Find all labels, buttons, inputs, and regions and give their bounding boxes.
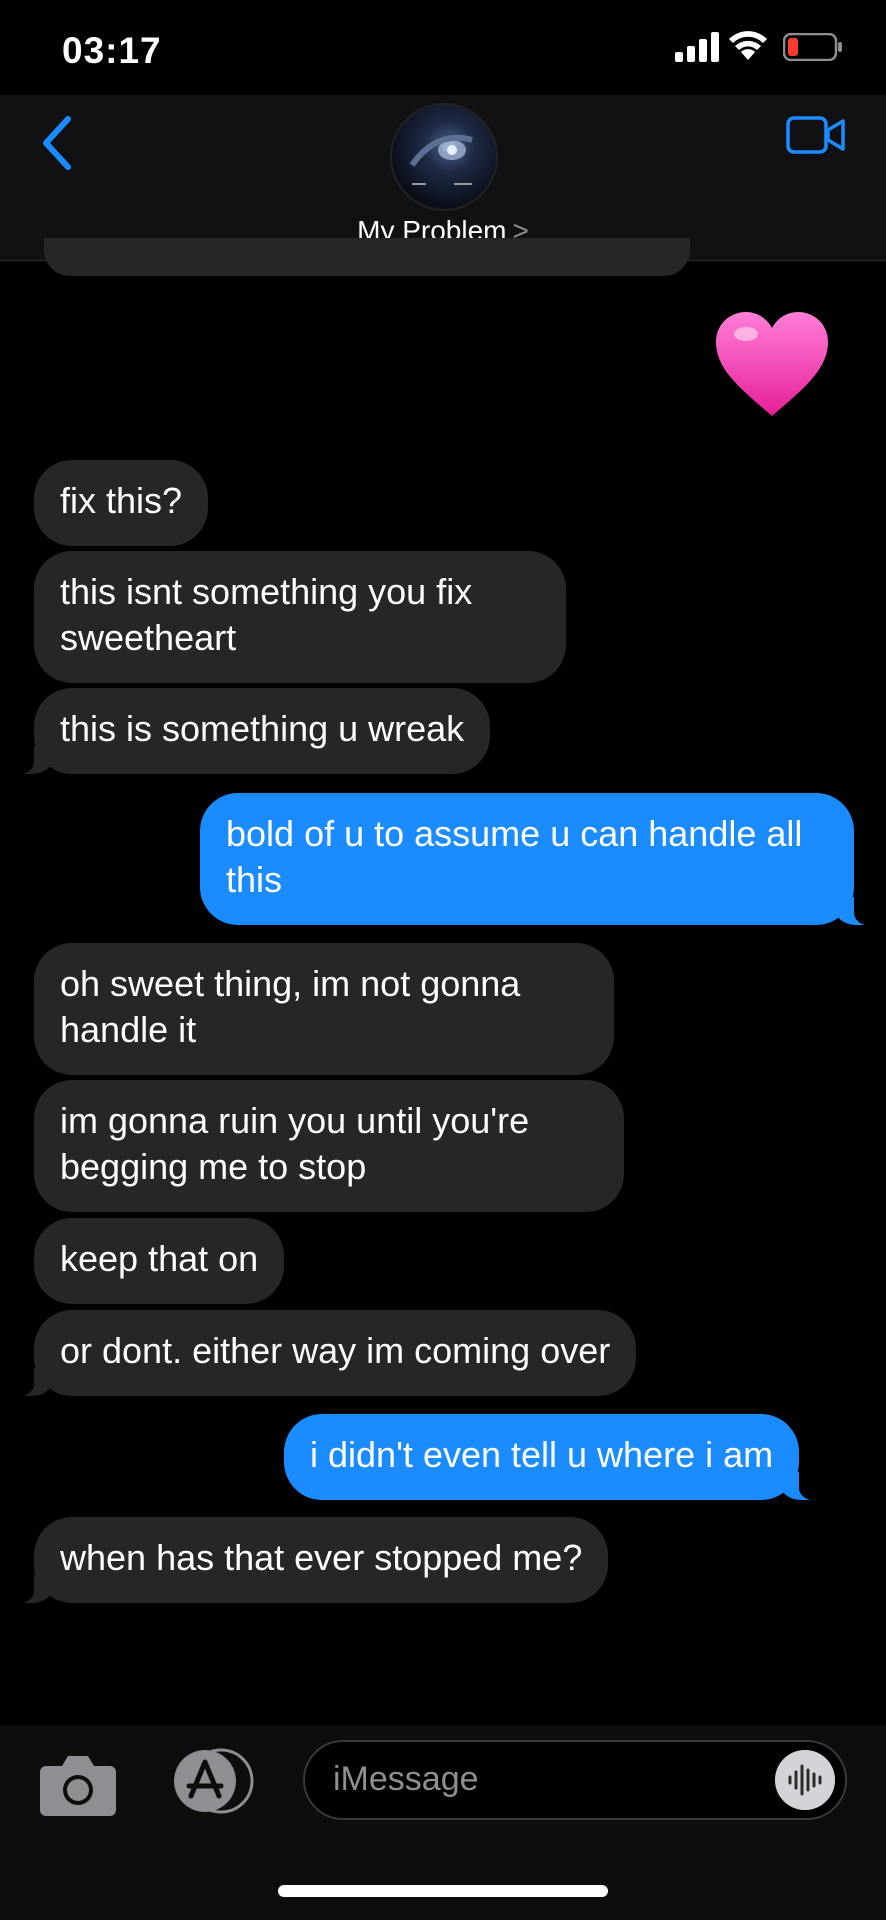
message-emoji[interactable] xyxy=(712,308,832,420)
app-store-icon[interactable] xyxy=(165,1748,257,1814)
cellular-signal-icon xyxy=(675,32,719,62)
incoming-message[interactable]: oh sweet thing, im not gonna handle it xyxy=(34,943,614,1075)
incoming-message[interactable]: keep that on xyxy=(34,1218,285,1304)
incoming-message[interactable]: or dont. either way im coming over xyxy=(9,1310,637,1396)
incoming-message[interactable]: this isnt something you fix sweetheart xyxy=(34,551,566,683)
contact-avatar[interactable] xyxy=(390,103,498,211)
pink-heart-icon xyxy=(716,312,828,416)
avatar-image-icon xyxy=(409,134,473,185)
conversation-header: My Problem > xyxy=(0,95,886,261)
home-indicator[interactable] xyxy=(278,1885,608,1897)
partial-message-bubble xyxy=(44,238,690,276)
outgoing-message[interactable]: i didn't even tell u where i am xyxy=(284,1414,824,1500)
incoming-message[interactable]: fix this? xyxy=(34,460,209,546)
wifi-icon xyxy=(729,31,767,60)
back-chevron-icon[interactable] xyxy=(38,113,78,173)
incoming-message[interactable]: im gonna ruin you until you're begging m… xyxy=(34,1080,624,1212)
audio-waveform-icon[interactable] xyxy=(775,1750,835,1810)
battery-icon xyxy=(783,33,842,61)
status-bar: 03:17 xyxy=(0,0,886,100)
outgoing-message[interactable]: bold of u to assume u can handle all thi… xyxy=(200,793,878,925)
message-input[interactable]: iMessage xyxy=(303,1740,847,1820)
status-time: 03:17 xyxy=(62,30,162,71)
message-input-placeholder: iMessage xyxy=(333,1760,479,1798)
incoming-message[interactable]: this is something u wreak xyxy=(9,688,491,774)
camera-icon[interactable] xyxy=(38,1752,118,1818)
incoming-message[interactable]: when has that ever stopped me? xyxy=(9,1517,609,1603)
video-call-icon[interactable] xyxy=(786,115,846,155)
